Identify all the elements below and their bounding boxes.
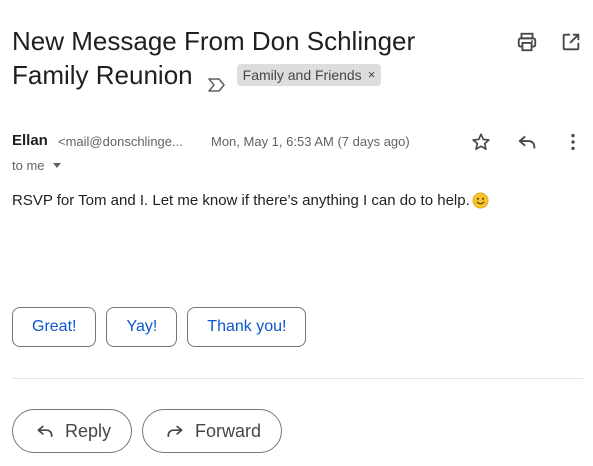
message-body: RSVP for Tom and I. Let me know if there… (12, 192, 489, 209)
divider (12, 378, 583, 379)
email-subject: New Message From Don Schlinger Family Re… (12, 24, 482, 92)
reply-icon[interactable] (515, 130, 539, 154)
label-chip-text: Family and Friends (242, 67, 362, 83)
subject-line-2: Family Reunion (12, 60, 193, 90)
open-in-new-window-icon[interactable] (559, 30, 583, 54)
recipient-text: to me (12, 158, 45, 173)
reply-arrow-icon (37, 425, 53, 437)
star-icon[interactable] (469, 130, 493, 154)
forward-arrow-icon (167, 425, 183, 437)
email-view: New Message From Don Schlinger Family Re… (0, 0, 593, 466)
remove-label-icon[interactable]: × (368, 64, 376, 86)
importance-marker-icon[interactable] (207, 67, 227, 92)
smart-reply-great[interactable]: Great! (12, 307, 97, 347)
message-body-text: RSVP for Tom and I. Let me know if there… (12, 192, 470, 209)
message-actions (469, 130, 585, 154)
forward-button-label: Forward (195, 420, 262, 441)
reply-button[interactable]: Reply (12, 409, 133, 453)
subject-line-2-row: Family Reunion Family and Friends × (12, 58, 482, 92)
reply-actions: Reply Forward (12, 409, 283, 453)
recipient-details[interactable]: to me (12, 158, 61, 173)
smart-reply-yay[interactable]: Yay! (106, 307, 178, 347)
forward-button[interactable]: Forward (142, 409, 283, 453)
sender-name[interactable]: Ellan (12, 132, 48, 149)
header-actions (515, 30, 583, 54)
smart-replies: Great! Yay! Thank you! (12, 307, 307, 347)
sender-email: <mail@donschlinge... (58, 134, 183, 149)
subject-line-1: New Message From Don Schlinger (12, 26, 416, 56)
reply-button-label: Reply (65, 420, 112, 441)
smart-reply-thank-you[interactable]: Thank you! (187, 307, 307, 347)
more-options-icon[interactable] (561, 130, 585, 154)
print-icon[interactable] (515, 30, 539, 54)
message-date: Mon, May 1, 6:53 AM (7 days ago) (211, 134, 410, 149)
chevron-down-icon[interactable] (52, 163, 61, 168)
label-chip[interactable]: Family and Friends × (236, 64, 382, 86)
smiley-emoji-icon (472, 192, 489, 209)
